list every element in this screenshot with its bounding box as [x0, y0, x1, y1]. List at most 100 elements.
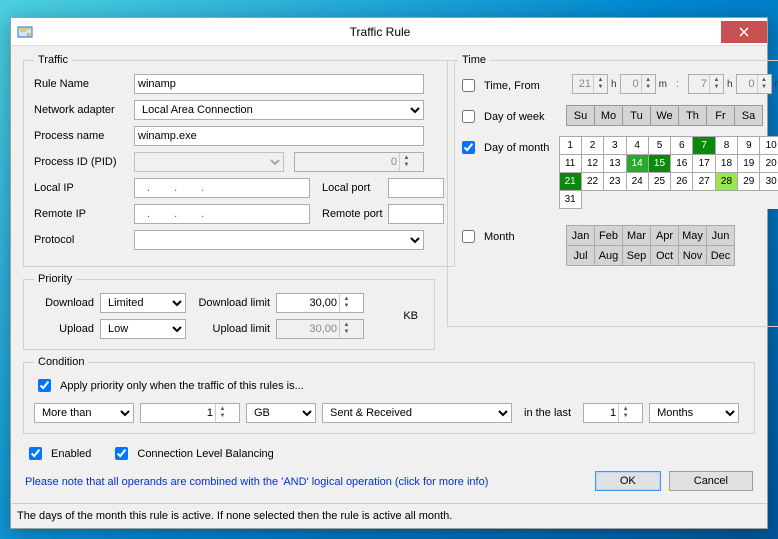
inlast-unit-select[interactable]: Months	[649, 403, 739, 423]
month-cell[interactable]: Mar	[623, 226, 651, 246]
local-port-label: Local port	[322, 182, 384, 194]
process-name-input[interactable]	[134, 126, 424, 146]
day-cell[interactable]: 16	[671, 155, 693, 173]
month-cell[interactable]: Feb	[595, 226, 623, 246]
day-cell[interactable]: 6	[671, 137, 693, 155]
upload-limit-spinner[interactable]: ▲▼	[276, 319, 364, 339]
day-cell[interactable]: 8	[715, 137, 737, 155]
month-checkbox[interactable]	[462, 230, 475, 243]
cancel-button[interactable]: Cancel	[669, 471, 753, 491]
dow-cell[interactable]: Mo	[595, 106, 623, 126]
upload-label: Upload	[34, 323, 94, 335]
clb-checkbox[interactable]	[115, 447, 128, 460]
rule-name-input[interactable]	[134, 74, 424, 94]
time-group: Time Time, From ▲▼ h ▲▼ m : ▲▼	[447, 54, 778, 327]
day-cell[interactable]: 11	[559, 155, 581, 173]
local-ip-label: Local IP	[34, 182, 130, 194]
day-cell[interactable]: 26	[671, 173, 693, 191]
limit-unit: KB	[397, 310, 424, 322]
day-cell[interactable]: 25	[648, 173, 670, 191]
protocol-label: Protocol	[34, 234, 130, 246]
dow-cell[interactable]: Th	[679, 106, 707, 126]
status-bar: The days of the month this rule is activ…	[11, 503, 767, 528]
dow-cell[interactable]: Tu	[623, 106, 651, 126]
window-title: Traffic Rule	[39, 25, 721, 39]
local-port-input[interactable]	[388, 178, 444, 198]
enabled-checkbox[interactable]	[29, 447, 42, 460]
condition-direction-select[interactable]: Sent & Received	[322, 403, 512, 423]
month-cell[interactable]: Jun	[707, 226, 735, 246]
day-cell[interactable]: 5	[648, 137, 670, 155]
condition-unit-select[interactable]: GB	[246, 403, 316, 423]
traffic-legend: Traffic	[34, 54, 72, 66]
inlast-value-spinner[interactable]: ▲▼	[583, 403, 643, 423]
day-cell[interactable]: 1	[559, 137, 581, 155]
day-cell[interactable]: 10	[760, 137, 778, 155]
upload-priority-select[interactable]: Low	[100, 319, 186, 339]
download-priority-select[interactable]: Limited	[100, 293, 186, 313]
month-cell[interactable]: Aug	[595, 246, 623, 266]
day-cell[interactable]: 14	[626, 155, 648, 173]
ok-button[interactable]: OK	[595, 471, 661, 491]
process-name-label: Process name	[34, 130, 130, 142]
day-cell[interactable]: 27	[693, 173, 715, 191]
day-cell[interactable]: 19	[738, 155, 760, 173]
day-cell[interactable]: 3	[604, 137, 626, 155]
local-ip-input[interactable]: ...	[134, 178, 310, 198]
month-cell[interactable]: Oct	[651, 246, 679, 266]
apply-priority-label: Apply priority only when the traffic of …	[60, 380, 304, 392]
condition-group: Condition Apply priority only when the t…	[23, 356, 755, 434]
pid-label: Process ID (PID)	[34, 156, 130, 168]
close-button[interactable]	[721, 21, 767, 43]
day-cell[interactable]: 29	[738, 173, 760, 191]
month-cell[interactable]: Dec	[707, 246, 735, 266]
condition-amount-spinner[interactable]: ▲▼	[140, 403, 240, 423]
to-min-spinner[interactable]: ▲▼	[736, 74, 772, 94]
day-cell[interactable]: 17	[693, 155, 715, 173]
day-cell[interactable]: 30	[760, 173, 778, 191]
day-cell[interactable]: 12	[581, 155, 603, 173]
month-cell[interactable]: Jul	[567, 246, 595, 266]
day-cell[interactable]: 31	[559, 191, 581, 209]
condition-operator-select[interactable]: More than	[34, 403, 134, 423]
remote-port-input[interactable]	[388, 204, 444, 224]
dow-cell[interactable]: Su	[567, 106, 595, 126]
day-cell[interactable]: 23	[604, 173, 626, 191]
day-cell[interactable]: 28	[715, 173, 737, 191]
day-cell[interactable]: 18	[715, 155, 737, 173]
from-min-spinner[interactable]: ▲▼	[620, 74, 656, 94]
month-cell[interactable]: Nov	[679, 246, 707, 266]
day-cell[interactable]: 20	[760, 155, 778, 173]
dow-cell[interactable]: Fr	[707, 106, 735, 126]
day-cell[interactable]: 2	[581, 137, 603, 155]
time-from-checkbox[interactable]	[462, 79, 475, 92]
day-cell[interactable]: 4	[626, 137, 648, 155]
month-cell[interactable]: May	[679, 226, 707, 246]
day-cell[interactable]: 13	[604, 155, 626, 173]
protocol-select[interactable]	[134, 230, 424, 250]
dow-cell[interactable]: We	[651, 106, 679, 126]
month-cell[interactable]: Apr	[651, 226, 679, 246]
download-limit-spinner[interactable]: ▲▼	[276, 293, 364, 313]
day-cell[interactable]: 21	[559, 173, 581, 191]
day-cell[interactable]: 15	[648, 155, 670, 173]
remote-ip-input[interactable]: ...	[134, 204, 310, 224]
to-hour-spinner[interactable]: ▲▼	[688, 74, 724, 94]
from-hour-spinner[interactable]: ▲▼	[572, 74, 608, 94]
month-cell[interactable]: Jan	[567, 226, 595, 246]
day-cell[interactable]: 7	[693, 137, 715, 155]
month-cell[interactable]: Sep	[623, 246, 651, 266]
apply-priority-checkbox[interactable]	[38, 379, 51, 392]
pid-select[interactable]	[134, 152, 284, 172]
network-adapter-select[interactable]: Local Area Connection	[134, 100, 424, 120]
day-cell[interactable]: 24	[626, 173, 648, 191]
day-cell[interactable]: 22	[581, 173, 603, 191]
dom-checkbox[interactable]	[462, 141, 475, 154]
note-link[interactable]: Please note that all operands are combin…	[23, 472, 593, 488]
day-cell[interactable]: 9	[738, 137, 760, 155]
traffic-group: Traffic Rule Name Network adapter Local …	[23, 54, 455, 267]
time-from-label: Time, From	[484, 80, 540, 92]
dow-checkbox[interactable]	[462, 110, 475, 123]
pid-spinner[interactable]: ▲▼	[294, 152, 424, 172]
dow-cell[interactable]: Sa	[735, 106, 763, 126]
